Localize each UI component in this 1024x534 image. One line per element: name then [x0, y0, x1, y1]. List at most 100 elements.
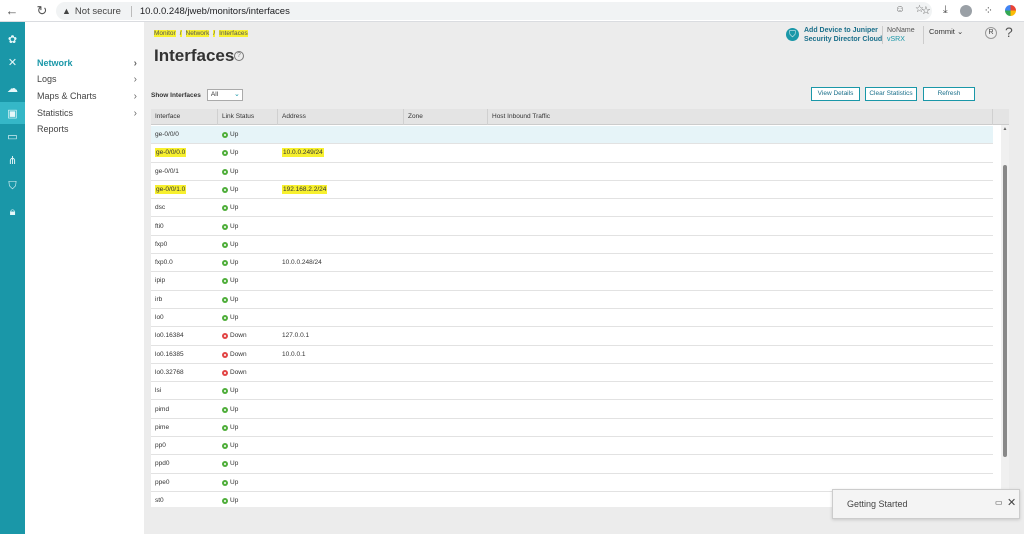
emoji-icon[interactable]: ☺: [895, 4, 905, 15]
cell-interface: ipip: [155, 272, 165, 290]
table-row[interactable]: irb Up: [151, 291, 993, 309]
column-header-zone[interactable]: Zone: [404, 109, 488, 125]
reload-icon[interactable]: ↻: [34, 3, 50, 19]
column-header-link-status[interactable]: Link Status: [218, 109, 278, 125]
interface-name: fxp0.0: [155, 259, 173, 267]
status-text: Up: [230, 149, 239, 157]
table-row[interactable]: pime Up: [151, 419, 993, 438]
sidebar-item-label: Reports: [37, 124, 69, 134]
table-row[interactable]: ppd0 Up: [151, 455, 993, 474]
url-text[interactable]: 10.0.0.248/jweb/monitors/interfaces: [140, 6, 290, 17]
status-text: Down: [230, 368, 247, 376]
help-icon[interactable]: ?: [1005, 24, 1013, 40]
getting-started-label: Getting Started: [847, 499, 908, 509]
clear-statistics-button[interactable]: Clear Statistics: [865, 87, 917, 101]
address-text: 192.168.2.2/24: [282, 184, 328, 194]
interface-name: pime: [155, 423, 170, 431]
table-scrollbar[interactable]: ▲: [1001, 125, 1009, 507]
commit-label: Commit: [929, 27, 955, 36]
sidebar-item-network[interactable]: Network ›: [37, 58, 137, 69]
user-avatar[interactable]: R: [985, 27, 997, 39]
close-icon[interactable]: ✕: [0, 54, 25, 70]
chevron-right-icon: ›: [133, 91, 137, 102]
network-icon[interactable]: ⋔: [0, 152, 25, 168]
sidebar-item-maps-charts[interactable]: Maps & Charts ›: [37, 91, 137, 102]
add-device-cloud-link[interactable]: ⛉ Add Device to Juniper Security Directo…: [786, 26, 882, 44]
sidebar-item-label: Maps & Charts: [37, 91, 97, 101]
sidebar-item-logs[interactable]: Logs ›: [37, 74, 137, 85]
view-details-button[interactable]: View Details: [811, 87, 860, 101]
cell-interface: lo0: [155, 309, 164, 327]
copilot-icon[interactable]: [1005, 5, 1016, 16]
column-header-interface[interactable]: Interface: [151, 109, 218, 125]
address-text: 127.0.0.1: [282, 332, 310, 340]
breadcrumb-separator: /: [179, 30, 182, 37]
table-row[interactable]: pp0 Up: [151, 437, 993, 456]
status-text: Up: [230, 423, 239, 431]
status-text: Up: [230, 277, 239, 285]
table-row[interactable]: lo0.32768 Down: [151, 364, 993, 383]
column-header-host-inbound-traffic[interactable]: Host Inbound Traffic: [488, 109, 993, 125]
table-row[interactable]: fti0 Up: [151, 218, 993, 236]
profile-avatar-icon[interactable]: [959, 4, 972, 17]
sidebar-item-reports[interactable]: Reports: [37, 124, 137, 134]
interface-name: pp0: [155, 442, 166, 450]
status-text: Up: [230, 497, 239, 504]
table-row[interactable]: ge-0/0/1 Up: [151, 163, 993, 181]
table-row[interactable]: ipip Up: [151, 272, 993, 291]
table-row[interactable]: ge-0/0/0.0 Up 10.0.0.249/24: [151, 144, 993, 163]
getting-started-panel[interactable]: Getting Started ▭ ✕: [832, 489, 1020, 519]
cell-interface: dsc: [155, 199, 165, 217]
table-row[interactable]: dsc Up: [151, 199, 993, 218]
help-circle-icon[interactable]: ?: [234, 51, 244, 61]
minimize-icon[interactable]: ▭: [995, 498, 1003, 507]
cell-link-status: Up: [222, 126, 238, 144]
address-text: 10.0.0.248/24: [282, 259, 322, 267]
refresh-button[interactable]: Refresh: [923, 87, 975, 101]
security-shield-icon[interactable]: ⛉: [0, 178, 25, 194]
cell-address: 10.0.0.248/24: [282, 254, 322, 272]
interface-name: dsc: [155, 204, 166, 212]
device-icon[interactable]: ▭: [0, 128, 25, 144]
address-bar[interactable]: ▲ Not secure 10.0.0.248/jweb/monitors/in…: [56, 2, 932, 20]
scroll-up-icon[interactable]: ▲: [1001, 126, 1009, 132]
scrollbar-thumb[interactable]: [1003, 165, 1007, 457]
status-text: Up: [230, 204, 239, 212]
interfaces-table: Interface Link Status Address Zone Host …: [151, 109, 1009, 507]
table-row[interactable]: fxp0.0 Up 10.0.0.248/24: [151, 254, 993, 273]
status-up-icon: [222, 406, 228, 413]
monitor-icon[interactable]: ▣: [0, 102, 25, 124]
table-row[interactable]: pimd Up: [151, 401, 993, 419]
table-row[interactable]: ge-0/0/0 Up: [151, 126, 993, 145]
lock-icon[interactable]: 🔒︎: [0, 204, 25, 220]
interface-name: ipip: [155, 277, 166, 285]
table-row[interactable]: ge-0/0/1.0 Up 192.168.2.2/24: [151, 181, 993, 200]
table-row[interactable]: fxp0 Up: [151, 236, 993, 255]
cell-interface: ge-0/0/1.0: [155, 181, 187, 199]
status-text: Down: [230, 350, 247, 358]
status-down-icon: [222, 369, 228, 376]
column-header-address[interactable]: Address: [278, 109, 404, 125]
commit-dropdown[interactable]: Commit ⌄: [923, 26, 963, 44]
breadcrumb-network[interactable]: Network: [185, 30, 210, 37]
main-content: Monitor / Network / Interfaces Interfaces ? …: [144, 22, 1024, 534]
cell-interface: ge-0/0/0.0: [155, 144, 187, 162]
page-title: Interfaces: [154, 46, 235, 65]
download-icon[interactable]: ⤓: [943, 4, 948, 17]
table-row[interactable]: lo0.16384 Down 127.0.0.1: [151, 327, 993, 346]
sidebar-item-statistics[interactable]: Statistics ›: [37, 108, 137, 119]
status-text: Up: [230, 185, 239, 193]
breadcrumb-separator: /: [213, 30, 216, 37]
show-interfaces-select[interactable]: All ⌄: [206, 89, 243, 101]
dashboard-cloud-icon[interactable]: ☁: [0, 80, 25, 96]
sidebar-item-label: Statistics: [37, 108, 74, 118]
status-text: Up: [230, 240, 239, 248]
extensions-icon[interactable]: ⁘: [984, 4, 993, 17]
favorites-icon[interactable]: ☆: [921, 4, 931, 17]
breadcrumb-monitor[interactable]: Monitor: [154, 30, 176, 37]
close-icon[interactable]: ✕: [1007, 496, 1016, 509]
back-icon[interactable]: ←: [4, 3, 20, 18]
table-row[interactable]: lo0.16385 Down 10.0.0.1: [151, 346, 993, 364]
table-row[interactable]: lsi Up: [151, 382, 993, 401]
table-row[interactable]: lo0 Up: [151, 309, 993, 328]
